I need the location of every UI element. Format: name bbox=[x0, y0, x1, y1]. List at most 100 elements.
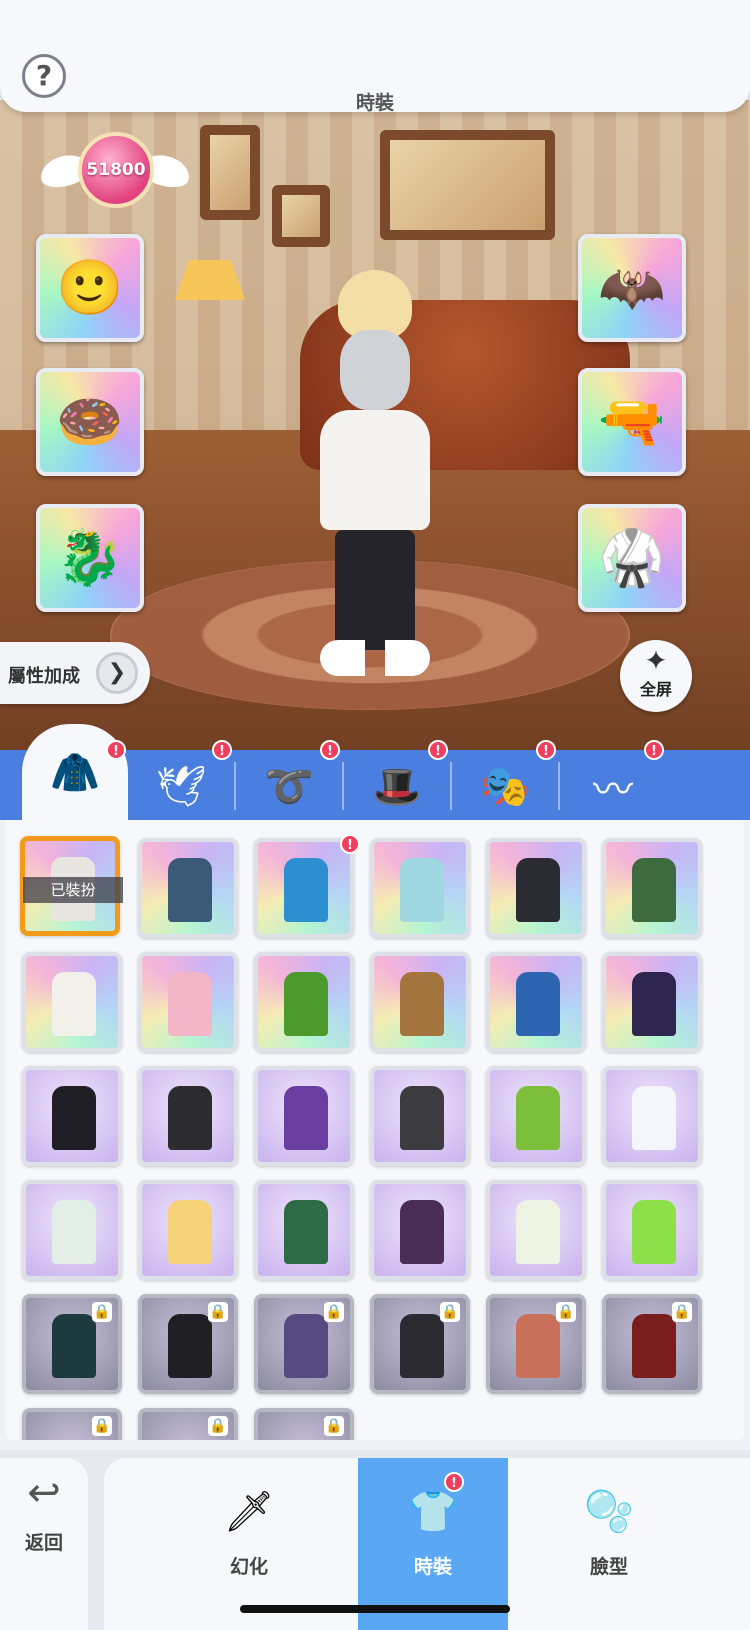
outfit-item[interactable] bbox=[138, 838, 238, 938]
locked-outfit-item[interactable]: 🔒 bbox=[254, 1294, 354, 1394]
equip-slot-face[interactable]: 🙂 bbox=[36, 234, 144, 342]
wings-icon: 🕊 bbox=[155, 763, 207, 810]
lock-icon: 🔒 bbox=[324, 1416, 344, 1436]
wall-picture bbox=[200, 125, 260, 220]
back-button[interactable]: ↩ 返回 bbox=[0, 1458, 88, 1630]
outfit-item[interactable]: ! bbox=[254, 834, 360, 938]
lock-icon: 🔒 bbox=[92, 1416, 112, 1436]
equip-slot-outfit[interactable]: 🥋 bbox=[578, 504, 686, 612]
outfit-icon bbox=[400, 1314, 444, 1378]
new-badge: ! bbox=[644, 740, 664, 760]
new-badge: ! bbox=[212, 740, 232, 760]
outfit-item[interactable] bbox=[370, 1066, 470, 1166]
new-badge: ! bbox=[536, 740, 556, 760]
locked-outfit-item[interactable]: 🔒 bbox=[138, 1408, 238, 1440]
wall-mirror bbox=[380, 130, 555, 240]
locked-outfit-item[interactable]: 🔒 bbox=[22, 1294, 122, 1394]
equip-slot-tail[interactable]: 🐉 bbox=[36, 504, 144, 612]
equip-slot-back[interactable]: 🦇 bbox=[578, 234, 686, 342]
outfit-item[interactable] bbox=[602, 952, 702, 1052]
bat-wings-icon: 🦇 bbox=[598, 256, 666, 319]
equip-slot-mouth[interactable]: 🍩 bbox=[36, 368, 144, 476]
tab-face-shape[interactable]: 🫧 臉型 bbox=[534, 1458, 684, 1630]
outfit-item[interactable] bbox=[486, 838, 586, 938]
outfit-item[interactable] bbox=[22, 952, 122, 1052]
outfit-item[interactable]: 已裝扮 bbox=[20, 836, 123, 936]
lock-icon: 🔒 bbox=[672, 1302, 692, 1322]
donut-icon: 🍩 bbox=[56, 390, 124, 453]
water-gun-icon: 🔫 bbox=[598, 390, 666, 453]
outfit-item[interactable] bbox=[602, 838, 702, 938]
outfit-icon bbox=[516, 1314, 560, 1378]
mustache-icon: 〰 bbox=[593, 767, 633, 813]
back-label: 返回 bbox=[24, 1532, 63, 1554]
outfit-item[interactable] bbox=[370, 952, 470, 1052]
character-head bbox=[340, 330, 410, 410]
jacket-icon: 🧥 bbox=[50, 749, 100, 796]
tail-icon: ➰ bbox=[264, 763, 314, 810]
attribute-bonus-button[interactable]: 屬性加成 ❯ bbox=[0, 642, 150, 704]
new-badge: ! bbox=[428, 740, 448, 760]
outfit-item[interactable] bbox=[22, 1180, 122, 1280]
top-bar: ? 時裝 bbox=[0, 0, 750, 114]
outfit-icon bbox=[516, 972, 560, 1036]
tab-label: 幻化 bbox=[229, 1556, 268, 1578]
outfit-item[interactable] bbox=[370, 838, 470, 938]
outfit-icon bbox=[284, 972, 328, 1036]
outfit-item[interactable] bbox=[138, 1180, 238, 1280]
outfit-item[interactable] bbox=[22, 1066, 122, 1166]
tab-mask[interactable]: 🎭 bbox=[452, 754, 558, 818]
equip-slot-hand[interactable]: 🔫 bbox=[578, 368, 686, 476]
character-body bbox=[320, 410, 430, 530]
outfit-icon bbox=[632, 1086, 676, 1150]
tab-wings[interactable]: 🕊 bbox=[128, 754, 234, 818]
fullscreen-button[interactable]: ✦ 全屏 bbox=[620, 640, 692, 712]
category-tabs: 🧥 ! 🕊 ! ➰ ! 🎩 ! 🎭 ! 〰 ! bbox=[0, 724, 750, 820]
new-badge: ! bbox=[340, 834, 360, 854]
outfit-item[interactable] bbox=[254, 1180, 354, 1280]
new-badge: ! bbox=[444, 1472, 464, 1492]
outfit-icon bbox=[400, 1200, 444, 1264]
outfit-item[interactable] bbox=[486, 952, 586, 1052]
mask-icon: 🎭 bbox=[480, 763, 530, 810]
outfit-icon bbox=[284, 1314, 328, 1378]
outfit-icon bbox=[632, 1200, 676, 1264]
outfit-item[interactable] bbox=[486, 1180, 586, 1280]
locked-outfit-item[interactable]: 🔒 bbox=[22, 1408, 122, 1440]
lock-icon: 🔒 bbox=[440, 1302, 460, 1322]
lock-icon: 🔒 bbox=[208, 1302, 228, 1322]
currency-display[interactable]: 51800 bbox=[36, 128, 194, 218]
outfit-item[interactable] bbox=[486, 1066, 586, 1166]
locked-outfit-item[interactable]: 🔒 bbox=[602, 1294, 702, 1394]
tab-outfit[interactable]: 🧥 bbox=[22, 724, 128, 820]
outfit-item[interactable] bbox=[138, 952, 238, 1052]
player-character[interactable] bbox=[290, 270, 460, 690]
fullscreen-label: 全屏 bbox=[639, 680, 672, 699]
locked-outfit-item[interactable]: 🔒 bbox=[370, 1294, 470, 1394]
outfit-item[interactable] bbox=[254, 1066, 354, 1166]
attribute-bonus-label: 屬性加成 bbox=[8, 666, 80, 687]
return-arrow-icon: ↩ bbox=[27, 1470, 61, 1516]
shirt-icon: 👕 bbox=[408, 1489, 458, 1535]
lock-icon: 🔒 bbox=[556, 1302, 576, 1322]
lock-icon: 🔒 bbox=[208, 1416, 228, 1436]
outfit-item[interactable] bbox=[254, 952, 354, 1052]
currency-amount: 51800 bbox=[78, 132, 154, 208]
outfit-item[interactable] bbox=[602, 1066, 702, 1166]
locked-outfit-item[interactable]: 🔒 bbox=[486, 1294, 586, 1394]
outfit-icon bbox=[168, 972, 212, 1036]
outfit-item[interactable] bbox=[370, 1180, 470, 1280]
tab-tail[interactable]: ➰ bbox=[236, 754, 342, 818]
outfit-item[interactable] bbox=[138, 1066, 238, 1166]
locked-outfit-item[interactable]: 🔒 bbox=[138, 1294, 238, 1394]
locked-outfit-item[interactable]: 🔒 bbox=[254, 1408, 354, 1440]
outfit-grid-panel: 已裝扮 ! 🔒 🔒 🔒 🔒 🔒 🔒 🔒 🔒 🔒 bbox=[6, 818, 744, 1440]
tab-mustache[interactable]: 〰 bbox=[560, 754, 666, 818]
tab-label: 時裝 bbox=[413, 1556, 452, 1578]
page-title: 時裝 bbox=[355, 92, 394, 114]
outfit-icon bbox=[400, 1086, 444, 1150]
outfit-item[interactable] bbox=[602, 1180, 702, 1280]
sword-icon: 🗡 bbox=[223, 1489, 275, 1535]
outfit-icon bbox=[516, 1086, 560, 1150]
tab-hat[interactable]: 🎩 bbox=[344, 754, 450, 818]
